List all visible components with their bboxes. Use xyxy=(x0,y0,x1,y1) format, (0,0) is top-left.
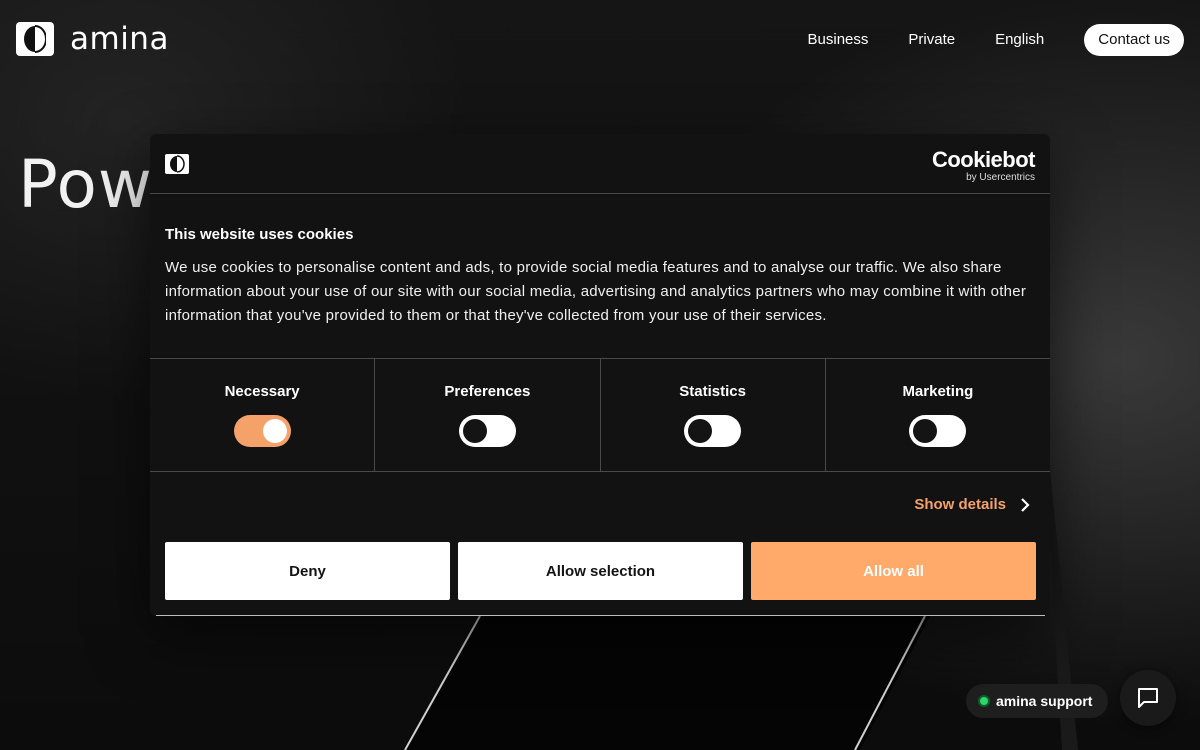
allow-all-button[interactable]: Allow all xyxy=(751,542,1036,600)
details-row: Show details xyxy=(150,472,1050,540)
cookie-dialog-header: Cookiebot by Usercentrics xyxy=(150,134,1050,194)
cookie-consent-dialog: Cookiebot by Usercentrics This website u… xyxy=(150,134,1050,616)
show-details-link[interactable]: Show details xyxy=(914,496,1030,513)
category-marketing: Marketing xyxy=(826,359,1050,471)
support-label: amina support xyxy=(996,693,1093,709)
support-status-pill[interactable]: amina support xyxy=(966,684,1109,718)
deny-button[interactable]: Deny xyxy=(165,542,450,600)
category-label: Marketing xyxy=(902,383,974,400)
category-label: Necessary xyxy=(224,383,300,400)
marketing-toggle[interactable] xyxy=(909,415,967,447)
chevron-right-icon xyxy=(1021,497,1030,512)
cookiebot-name: Cookiebot xyxy=(931,147,1036,172)
cookiebot-logo[interactable]: Cookiebot by Usercentrics xyxy=(931,147,1036,184)
toggle-knob xyxy=(688,419,713,443)
amina-logo-icon xyxy=(16,22,54,56)
brand-name: amina xyxy=(70,21,169,57)
nav-private[interactable]: Private xyxy=(908,24,955,56)
cookie-text: We use cookies to personalise content an… xyxy=(165,259,1027,324)
toggle-knob xyxy=(262,419,287,443)
toggle-knob xyxy=(462,419,487,443)
nav-language[interactable]: English xyxy=(995,24,1044,56)
cookie-description: This website uses cookies We use cookies… xyxy=(150,194,1050,359)
divider xyxy=(156,615,1045,616)
site-header: amina Business Private English Contact u… xyxy=(0,0,1200,80)
cookie-actions: Deny Allow selection Allow all xyxy=(165,542,1036,600)
cookie-heading: This website uses cookies xyxy=(165,226,354,243)
preferences-toggle[interactable] xyxy=(458,415,516,447)
toggle-knob xyxy=(913,419,938,443)
chat-button[interactable] xyxy=(1120,670,1176,726)
site-logo-icon xyxy=(165,154,189,174)
allow-selection-button[interactable]: Allow selection xyxy=(458,542,743,600)
amina-logo[interactable]: amina xyxy=(16,22,169,56)
main-nav: Business Private English Contact us xyxy=(808,24,1184,56)
contact-us-button[interactable]: Contact us xyxy=(1084,24,1184,56)
cookie-category-toggles: Necessary Preferences Statistics Marketi… xyxy=(150,359,1050,472)
necessary-toggle[interactable] xyxy=(233,415,291,447)
chat-bubble-icon xyxy=(1138,688,1158,708)
category-necessary: Necessary xyxy=(150,359,376,471)
online-status-icon xyxy=(978,695,990,707)
cookiebot-subtitle: by Usercentrics xyxy=(966,172,1035,183)
statistics-toggle[interactable] xyxy=(684,415,742,447)
category-statistics: Statistics xyxy=(601,359,826,471)
category-label: Preferences xyxy=(444,383,531,400)
show-details-label: Show details xyxy=(914,496,1006,513)
category-label: Statistics xyxy=(679,383,746,400)
category-preferences: Preferences xyxy=(375,359,601,471)
nav-business[interactable]: Business xyxy=(808,24,869,56)
